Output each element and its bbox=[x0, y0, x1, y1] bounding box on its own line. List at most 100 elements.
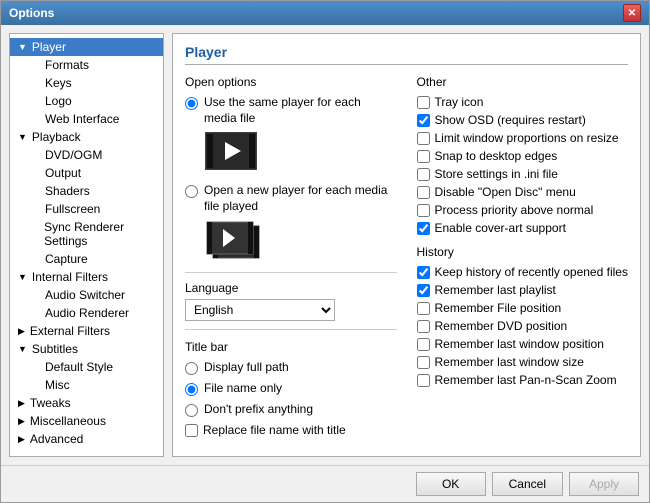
check-replace-filename-input[interactable] bbox=[185, 424, 198, 437]
sidebar-item-sync-renderer[interactable]: Sync Renderer Settings bbox=[10, 218, 163, 250]
check-limit-window-label: Limit window proportions on resize bbox=[435, 131, 619, 145]
other-label: Other bbox=[417, 75, 629, 89]
expand-arrow: ▶ bbox=[18, 416, 25, 427]
radio-same-player-input[interactable] bbox=[185, 97, 198, 110]
check-snap-desktop-input[interactable] bbox=[417, 150, 430, 163]
radio-filename-label: File name only bbox=[204, 381, 282, 395]
check-cover-art-label: Enable cover-art support bbox=[435, 221, 566, 235]
sidebar-item-formats[interactable]: Formats bbox=[10, 56, 163, 74]
check-remember-window-size-label: Remember last window size bbox=[435, 355, 584, 369]
sidebar-item-player[interactable]: ▼ Player bbox=[10, 38, 163, 56]
radio-same-player: Use the same player for each media file bbox=[185, 95, 397, 126]
radio-new-player-input[interactable] bbox=[185, 185, 198, 198]
check-snap-desktop: Snap to desktop edges bbox=[417, 149, 629, 163]
check-show-osd-input[interactable] bbox=[417, 114, 430, 127]
sidebar-item-tweaks[interactable]: ▶ Tweaks bbox=[10, 394, 163, 412]
sidebar-item-capture[interactable]: Capture bbox=[10, 250, 163, 268]
expand-arrow: ▶ bbox=[18, 326, 25, 337]
sidebar-item-output[interactable]: Output bbox=[10, 164, 163, 182]
ok-button[interactable]: OK bbox=[416, 472, 486, 496]
title-bar: Options ✕ bbox=[1, 1, 649, 25]
sidebar-label-web-interface: Web Interface bbox=[45, 112, 119, 126]
sidebar-item-playback[interactable]: ▼ Playback bbox=[10, 128, 163, 146]
sidebar-item-audio-renderer[interactable]: Audio Renderer bbox=[10, 304, 163, 322]
radio-filename-input[interactable] bbox=[185, 383, 198, 396]
check-remember-window-pos-label: Remember last window position bbox=[435, 337, 604, 351]
media-icon-2 bbox=[205, 220, 265, 262]
right-column: Other Tray icon Show OSD (requires resta… bbox=[417, 75, 629, 441]
radio-dont-prefix: Don't prefix anything bbox=[185, 402, 397, 417]
language-label: Language bbox=[185, 281, 397, 295]
radio-dont-prefix-input[interactable] bbox=[185, 404, 198, 417]
check-keep-history-label: Keep history of recently opened files bbox=[435, 265, 628, 279]
titlebar-section: Title bar Display full path File name on… bbox=[185, 340, 397, 437]
check-limit-window: Limit window proportions on resize bbox=[417, 131, 629, 145]
sidebar-label-audio-switcher: Audio Switcher bbox=[45, 288, 125, 302]
sidebar-label-tweaks: Tweaks bbox=[30, 396, 71, 410]
radio-full-path-input[interactable] bbox=[185, 362, 198, 375]
sidebar-label-fullscreen: Fullscreen bbox=[45, 202, 100, 216]
check-replace-filename: Replace file name with title bbox=[185, 423, 397, 437]
media-icon-svg-2 bbox=[205, 220, 265, 262]
radio-display-full-path: Display full path bbox=[185, 360, 397, 375]
check-tray-icon-label: Tray icon bbox=[435, 95, 484, 109]
bottom-bar: OK Cancel Apply bbox=[1, 465, 649, 502]
check-show-osd-label: Show OSD (requires restart) bbox=[435, 113, 586, 127]
check-tray-icon-input[interactable] bbox=[417, 96, 430, 109]
history-label: History bbox=[417, 245, 629, 259]
sidebar-label-miscellaneous: Miscellaneous bbox=[30, 414, 106, 428]
sidebar: ▼ Player Formats Keys Logo Web Interface bbox=[9, 33, 164, 457]
radio-full-path-label: Display full path bbox=[204, 360, 289, 374]
check-disable-disc-label: Disable "Open Disc" menu bbox=[435, 185, 576, 199]
check-remember-pan-scan-input[interactable] bbox=[417, 374, 430, 387]
check-keep-history-input[interactable] bbox=[417, 266, 430, 279]
language-select[interactable]: English French German Spanish bbox=[185, 299, 335, 321]
divider-2 bbox=[185, 329, 397, 330]
sidebar-item-audio-switcher[interactable]: Audio Switcher bbox=[10, 286, 163, 304]
sidebar-label-subtitles: Subtitles bbox=[32, 342, 78, 356]
check-limit-window-input[interactable] bbox=[417, 132, 430, 145]
check-remember-file-pos-label: Remember File position bbox=[435, 301, 562, 315]
sidebar-item-advanced[interactable]: ▶ Advanced bbox=[10, 430, 163, 448]
sidebar-item-miscellaneous[interactable]: ▶ Miscellaneous bbox=[10, 412, 163, 430]
sidebar-label-player: Player bbox=[32, 40, 66, 54]
cancel-button[interactable]: Cancel bbox=[492, 472, 563, 496]
check-store-ini-label: Store settings in .ini file bbox=[435, 167, 558, 181]
radio-dont-prefix-label: Don't prefix anything bbox=[204, 402, 313, 416]
check-remember-file-pos-input[interactable] bbox=[417, 302, 430, 315]
check-store-ini-input[interactable] bbox=[417, 168, 430, 181]
check-cover-art-input[interactable] bbox=[417, 222, 430, 235]
sidebar-item-misc-sub[interactable]: Misc bbox=[10, 376, 163, 394]
check-disable-disc: Disable "Open Disc" menu bbox=[417, 185, 629, 199]
sidebar-label-internal-filters: Internal Filters bbox=[32, 270, 108, 284]
check-remember-window-size-input[interactable] bbox=[417, 356, 430, 369]
sidebar-item-dvd[interactable]: DVD/OGM bbox=[10, 146, 163, 164]
check-disable-disc-input[interactable] bbox=[417, 186, 430, 199]
expand-arrow: ▼ bbox=[18, 42, 27, 52]
sidebar-item-external-filters[interactable]: ▶ External Filters bbox=[10, 322, 163, 340]
apply-button[interactable]: Apply bbox=[569, 472, 639, 496]
check-remember-playlist-input[interactable] bbox=[417, 284, 430, 297]
expand-arrow: ▼ bbox=[18, 272, 27, 282]
sidebar-item-logo[interactable]: Logo bbox=[10, 92, 163, 110]
open-options-label: Open options bbox=[185, 75, 397, 89]
sidebar-item-shaders[interactable]: Shaders bbox=[10, 182, 163, 200]
check-remember-dvd-input[interactable] bbox=[417, 320, 430, 333]
check-snap-desktop-label: Snap to desktop edges bbox=[435, 149, 558, 163]
radio-new-player-label: Open a new player for each media file pl… bbox=[204, 183, 397, 214]
close-button[interactable]: ✕ bbox=[623, 4, 641, 22]
sidebar-item-default-style[interactable]: Default Style bbox=[10, 358, 163, 376]
history-section: History Keep history of recently opened … bbox=[417, 245, 629, 387]
check-process-priority-input[interactable] bbox=[417, 204, 430, 217]
sidebar-item-internal-filters[interactable]: ▼ Internal Filters bbox=[10, 268, 163, 286]
check-remember-window-pos-input[interactable] bbox=[417, 338, 430, 351]
sidebar-label-default-style: Default Style bbox=[45, 360, 113, 374]
sidebar-item-web-interface[interactable]: Web Interface bbox=[10, 110, 163, 128]
sidebar-label-external-filters: External Filters bbox=[30, 324, 110, 338]
sidebar-item-subtitles[interactable]: ▼ Subtitles bbox=[10, 340, 163, 358]
sidebar-item-keys[interactable]: Keys bbox=[10, 74, 163, 92]
sidebar-item-fullscreen[interactable]: Fullscreen bbox=[10, 200, 163, 218]
check-keep-history: Keep history of recently opened files bbox=[417, 265, 629, 279]
check-store-ini: Store settings in .ini file bbox=[417, 167, 629, 181]
check-remember-pan-scan: Remember last Pan-n-Scan Zoom bbox=[417, 373, 629, 387]
